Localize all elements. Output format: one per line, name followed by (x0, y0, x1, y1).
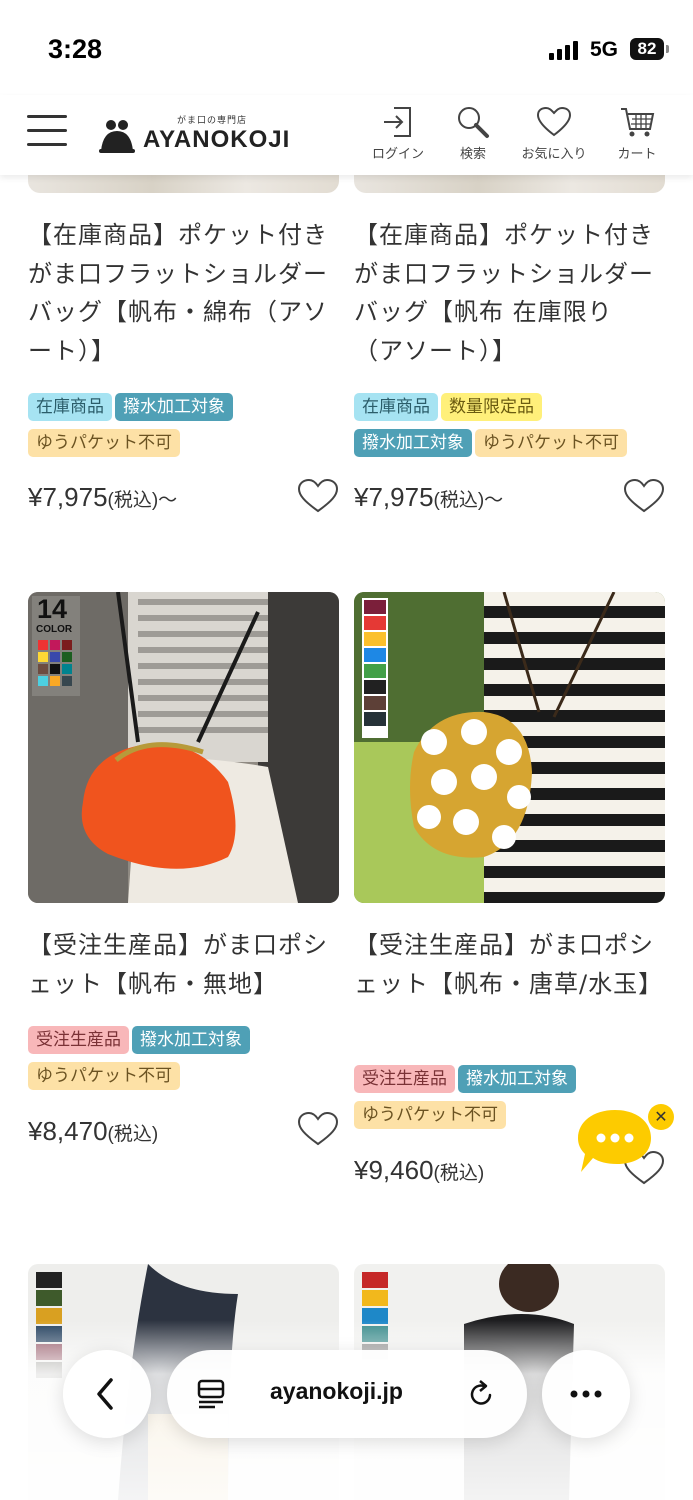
login-label: ログイン (371, 147, 424, 162)
tag-no-mail-packet: ゆうパケット不可 (354, 1101, 506, 1129)
tag-water-repellent: 撥水加工対象 (115, 393, 233, 421)
color-count-label: COLOR (36, 624, 73, 635)
product-title[interactable]: 【在庫商品】ポケット付きがま口フラットショルダーバッグ【帆布 在庫限り（アソート… (354, 216, 654, 370)
favorite-heart-icon[interactable] (296, 1111, 340, 1147)
product-title[interactable]: 【受注生産品】がま口ポシェット【帆布・唐草/水玉】 (354, 926, 662, 1003)
product-price: ¥7,975(税込)〜 (354, 482, 503, 513)
reload-icon[interactable] (465, 1378, 497, 1410)
hamburger-menu-icon[interactable] (27, 113, 67, 147)
search-icon (458, 107, 489, 138)
tag-in-stock: 在庫商品 (354, 393, 438, 421)
heart-icon (536, 106, 572, 137)
price-value: ¥8,470 (28, 1116, 108, 1146)
browser-toolbar: ayanokoji.jp (0, 1320, 693, 1500)
site-header: がま口の専門店 AYANOKOJI ログイン 検索 お気に入り カート (0, 95, 693, 175)
status-bar: 3:28 5G 82 (0, 0, 693, 95)
product-tags: 在庫商品 数量限定品 撥水加工対象 ゆうパケット不可 (354, 393, 665, 465)
tag-made-to-order: 受注生産品 (28, 1026, 129, 1054)
logo-name: AYANOKOJI (143, 126, 291, 153)
more-button[interactable] (542, 1350, 630, 1438)
tag-no-mail-packet: ゆうパケット不可 (475, 429, 627, 457)
product-image[interactable] (354, 592, 665, 903)
site-logo[interactable]: がま口の専門店 AYANOKOJI (97, 113, 297, 157)
product-price: ¥9,460(税込) (354, 1155, 484, 1186)
favorite-heart-icon[interactable] (622, 478, 666, 514)
product-title[interactable]: 【在庫商品】ポケット付きがま口フラットショルダーバッグ【帆布・綿布（アソート）】 (28, 216, 328, 370)
product-image[interactable] (354, 175, 665, 193)
tag-water-repellent: 撥水加工対象 (132, 1026, 250, 1054)
tag-water-repellent: 撥水加工対象 (458, 1065, 576, 1093)
tag-made-to-order: 受注生産品 (354, 1065, 455, 1093)
network-type: 5G (590, 38, 619, 61)
price-tax: (税込)〜 (433, 490, 504, 511)
product-tags: 在庫商品 撥水加工対象 ゆうパケット不可 (28, 393, 339, 465)
tag-no-mail-packet: ゆうパケット不可 (28, 1062, 180, 1090)
price-value: ¥7,975 (354, 482, 434, 512)
battery-icon: 82 (630, 38, 664, 60)
product-price: ¥7,975(税込)〜 (28, 482, 177, 513)
favorites-label: お気に入り (521, 147, 587, 162)
tab-overview-icon[interactable] (195, 1378, 227, 1410)
orange-pouch-photo (28, 592, 339, 903)
price-tax: (税込) (107, 1124, 159, 1145)
price-value: ¥9,460 (354, 1155, 434, 1185)
polka-dot-pouch-photo (354, 592, 665, 903)
more-icon (570, 1390, 602, 1398)
chat-icon[interactable] (575, 1106, 655, 1178)
logo-subtitle: がま口の専門店 (177, 116, 248, 126)
battery-tip (666, 45, 669, 53)
login-button[interactable]: ログイン (366, 105, 430, 167)
back-button[interactable] (63, 1350, 151, 1438)
favorite-heart-icon[interactable] (296, 478, 340, 514)
favorites-button[interactable]: お気に入り (513, 105, 595, 167)
price-tax: (税込)〜 (107, 490, 178, 511)
color-count-badge: 14 (37, 594, 68, 624)
product-image[interactable] (28, 175, 339, 193)
status-time: 3:28 (48, 34, 103, 64)
tag-in-stock: 在庫商品 (28, 393, 112, 421)
search-button[interactable]: 検索 (450, 105, 496, 167)
chevron-left-icon (97, 1378, 113, 1410)
product-title[interactable]: 【受注生産品】がま口ポシェット【帆布・無地】 (28, 926, 328, 1003)
tag-no-mail-packet: ゆうパケット不可 (28, 429, 180, 457)
chat-close-icon[interactable]: ✕ (648, 1104, 674, 1130)
address-bar[interactable]: ayanokoji.jp (167, 1350, 527, 1438)
purse-logo-icon (99, 120, 135, 153)
product-tags: 受注生産品 撥水加工対象 ゆうパケット不可 (28, 1026, 339, 1098)
cart-label: カート (617, 147, 657, 162)
login-icon (384, 107, 411, 137)
price-tax: (税込) (433, 1163, 485, 1184)
cart-button[interactable]: カート (612, 105, 662, 167)
price-value: ¥7,975 (28, 482, 108, 512)
tag-water-repellent: 撥水加工対象 (354, 429, 472, 457)
search-label: 検索 (459, 147, 486, 162)
product-price: ¥8,470(税込) (28, 1116, 158, 1147)
cart-icon (621, 108, 655, 137)
url-text[interactable]: ayanokoji.jp (270, 1378, 403, 1405)
signal-icon (549, 40, 579, 60)
tag-limited: 数量限定品 (441, 393, 542, 421)
product-image[interactable]: 14 COLOR (28, 592, 339, 903)
